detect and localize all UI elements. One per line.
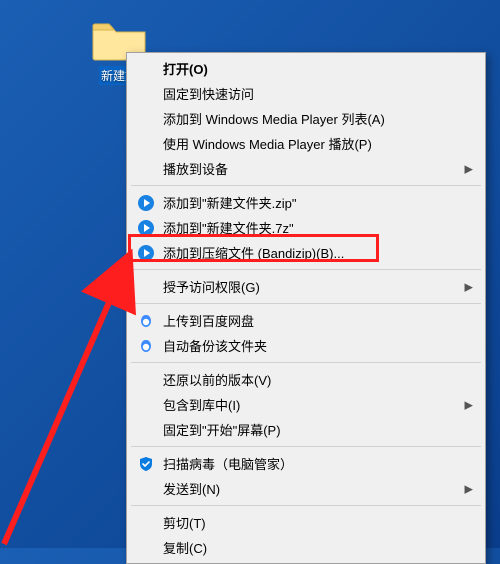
menu-pin-start-label: 固定到"开始"屏幕(P) (163, 420, 281, 439)
submenu-arrow-icon: ▶ (465, 398, 473, 411)
menu-grant-access-label: 授予访问权限(G) (163, 277, 260, 296)
menu-add-archive-label: 添加到压缩文件 (Bandizip)(B)... (163, 243, 344, 262)
menu-separator (131, 303, 481, 304)
menu-baidu-upload-label: 上传到百度网盘 (163, 311, 254, 330)
menu-add-to-zip[interactable]: 添加到"新建文件夹.zip" (129, 190, 483, 215)
menu-play-wmp[interactable]: 使用 Windows Media Player 播放(P) (129, 131, 483, 156)
baidu-icon (137, 312, 155, 330)
menu-send-to-label: 发送到(N) (163, 479, 220, 498)
menu-pin-quick-label: 固定到快速访问 (163, 84, 254, 103)
menu-cut[interactable]: 剪切(T) (129, 510, 483, 535)
menu-pin-to-start[interactable]: 固定到"开始"屏幕(P) (129, 417, 483, 442)
menu-play-wmp-label: 使用 Windows Media Player 播放(P) (163, 134, 372, 153)
menu-restore-label: 还原以前的版本(V) (163, 370, 271, 389)
menu-cut-label: 剪切(T) (163, 513, 206, 532)
menu-include-lib-label: 包含到库中(I) (163, 395, 240, 414)
menu-baidu-backup-label: 自动备份该文件夹 (163, 336, 267, 355)
menu-separator (131, 505, 481, 506)
menu-restore-previous[interactable]: 还原以前的版本(V) (129, 367, 483, 392)
menu-add-zip-label: 添加到"新建文件夹.zip" (163, 193, 296, 212)
annotation-arrow-icon (0, 246, 145, 548)
baidu-icon (137, 337, 155, 355)
menu-grant-access[interactable]: 授予访问权限(G) ▶ (129, 274, 483, 299)
bandizip-icon (137, 194, 155, 212)
menu-send-to[interactable]: 发送到(N) ▶ (129, 476, 483, 501)
menu-scan-virus-label: 扫描病毒（电脑管家） (163, 454, 293, 473)
context-menu: 打开(O) 固定到快速访问 添加到 Windows Media Player 列… (126, 52, 486, 564)
menu-include-in-library[interactable]: 包含到库中(I) ▶ (129, 392, 483, 417)
menu-open-label: 打开(O) (163, 59, 208, 78)
menu-add-wmp-list-label: 添加到 Windows Media Player 列表(A) (163, 109, 385, 128)
menu-add-to-archive-bandizip[interactable]: 添加到压缩文件 (Bandizip)(B)... (129, 240, 483, 265)
menu-pin-quick-access[interactable]: 固定到快速访问 (129, 81, 483, 106)
menu-cast-to-device[interactable]: 播放到设备 ▶ (129, 156, 483, 181)
menu-separator (131, 446, 481, 447)
submenu-arrow-icon: ▶ (465, 482, 473, 495)
submenu-arrow-icon: ▶ (465, 162, 473, 175)
menu-separator (131, 185, 481, 186)
menu-scan-virus[interactable]: 扫描病毒（电脑管家） (129, 451, 483, 476)
menu-separator (131, 362, 481, 363)
submenu-arrow-icon: ▶ (465, 280, 473, 293)
menu-baidu-backup[interactable]: 自动备份该文件夹 (129, 333, 483, 358)
menu-separator (131, 269, 481, 270)
menu-baidu-upload[interactable]: 上传到百度网盘 (129, 308, 483, 333)
qqpc-shield-icon (137, 455, 155, 473)
menu-add-wmp-list[interactable]: 添加到 Windows Media Player 列表(A) (129, 106, 483, 131)
bandizip-icon (137, 219, 155, 237)
menu-add-to-7z[interactable]: 添加到"新建文件夹.7z" (129, 215, 483, 240)
menu-open[interactable]: 打开(O) (129, 56, 483, 81)
menu-add-7z-label: 添加到"新建文件夹.7z" (163, 218, 294, 237)
bandizip-icon (137, 244, 155, 262)
menu-cast-label: 播放到设备 (163, 159, 228, 178)
